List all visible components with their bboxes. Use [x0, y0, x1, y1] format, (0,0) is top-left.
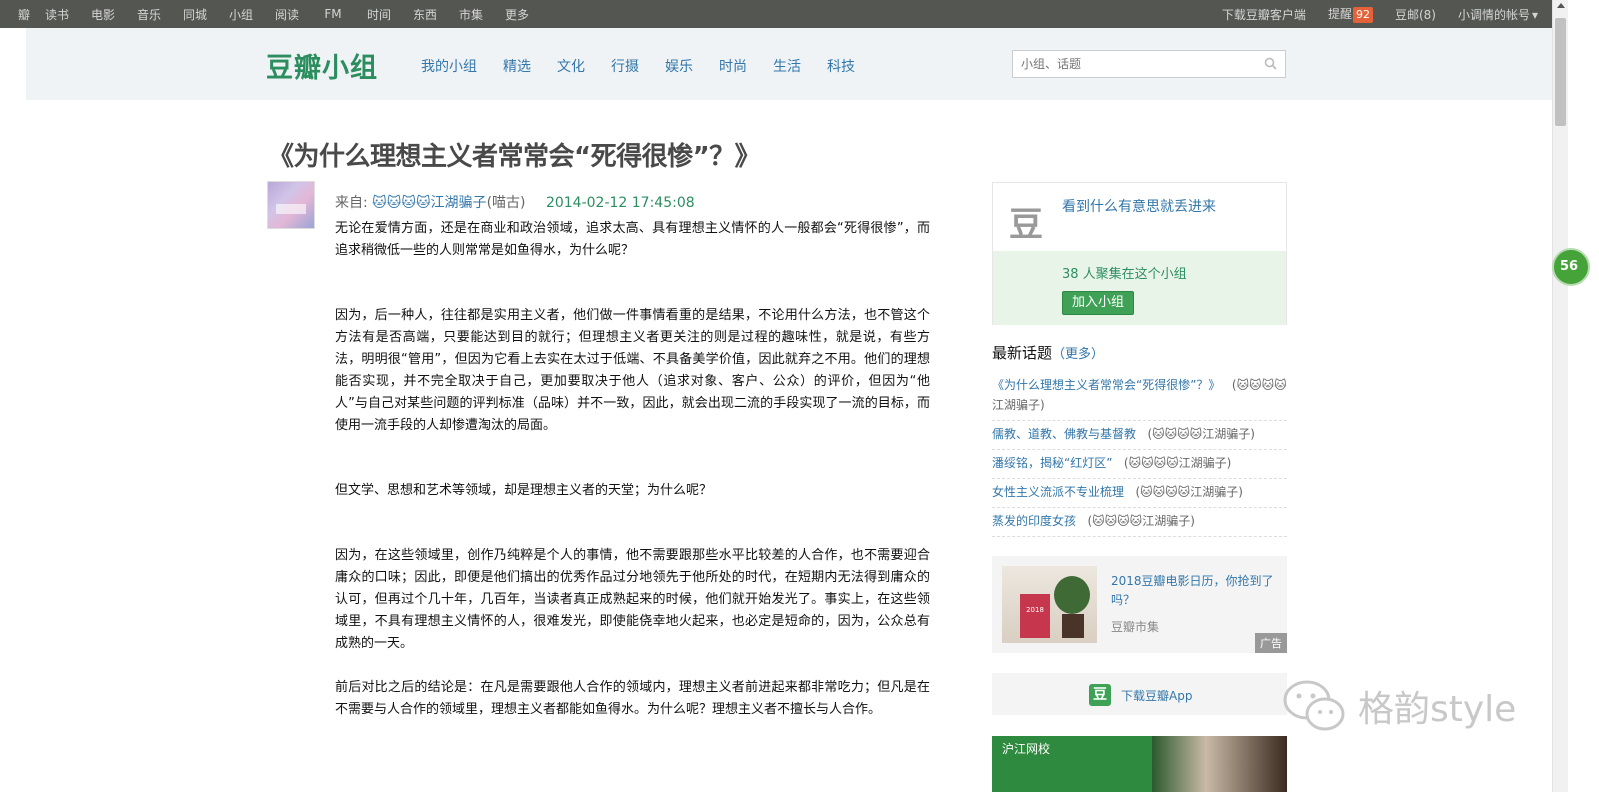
douban-app-icon: 豆	[1089, 684, 1111, 706]
reminder-label: 提醒	[1327, 7, 1352, 21]
search-icon[interactable]	[1264, 57, 1277, 70]
member-count: 38 人聚集在这个小组	[1062, 267, 1187, 282]
from-label: 来自:	[335, 195, 373, 211]
page-title: 《为什么理想主义者常常会“死得很惨”？》	[268, 142, 761, 172]
right-margin	[1568, 0, 1599, 792]
watermark-text: 格韵style	[1358, 689, 1517, 730]
group-promo: 豆 看到什么有意思就丢进来	[993, 183, 1286, 251]
paragraph: 无论在爱情方面，还是在商业和政治领域，追求太高、具有理想主义情怀的人一般都会“死…	[335, 221, 930, 258]
more-link[interactable]: （更多）	[1052, 347, 1104, 362]
nav-item-douban[interactable]: 瓣	[0, 6, 34, 23]
global-nav: 瓣 读书 电影 音乐 同城 小组 阅读 FM 时间 东西 市集 更多	[0, 0, 540, 28]
left-margin	[0, 0, 26, 792]
floating-badge[interactable]: 56	[1552, 248, 1590, 286]
promo-link[interactable]: 看到什么有意思就丢进来	[1062, 196, 1216, 216]
chevron-down-icon: ▾	[1531, 7, 1538, 22]
nav-item-fm[interactable]: FM	[310, 7, 356, 21]
latest-topics-label: 最新话题	[992, 344, 1053, 362]
tab-fashion[interactable]: 时尚	[719, 56, 747, 76]
paragraph: 前后对比之后的结论是：在凡是需要跟他人合作的领域内，理想主义者前进起来都非常吃力…	[335, 680, 930, 717]
nav-item-book[interactable]: 读书	[34, 6, 80, 23]
topic-author: (🐱🐱🐱🐱江湖骗子)	[1123, 456, 1232, 470]
nav-item-movie[interactable]: 电影	[80, 6, 126, 23]
tab-life[interactable]: 生活	[773, 56, 801, 76]
account-label: 小调情的帐号	[1457, 7, 1530, 22]
list-item: 潘绥铭，揭秘“红灯区” (🐱🐱🐱🐱江湖骗子)	[992, 450, 1287, 479]
tab-travel[interactable]: 行摄	[611, 56, 639, 76]
calendar-year: 2018	[1026, 606, 1044, 614]
paragraph: 因为，后一种人，往往都是实用主义者，他们做一件事情看重的是结果，不论用什么方法，…	[335, 308, 930, 433]
join-group-button[interactable]: 加入小组	[1062, 291, 1135, 315]
group-logo[interactable]: 豆瓣小组	[266, 46, 378, 85]
ad-source: 豆瓣市集	[1111, 620, 1160, 634]
topic-author: (🐱🐱🐱🐱江湖骗子)	[1147, 427, 1255, 441]
plant-picture	[1054, 576, 1090, 614]
nav-item-read[interactable]: 阅读	[264, 6, 310, 23]
ad-badge: 广告	[1255, 633, 1287, 653]
wechat-icon	[1283, 680, 1345, 731]
vertical-scrollbar[interactable]	[1552, 0, 1568, 792]
download-app-link[interactable]: 下载豆瓣App	[1121, 687, 1192, 704]
nav-item-music[interactable]: 音乐	[126, 6, 172, 23]
banner-logo: 沪江网校	[1002, 742, 1051, 756]
list-item: 蒸发的印度女孩 (🐱🐱🐱🐱江湖骗子)	[992, 508, 1287, 537]
nav-item-more[interactable]: 更多	[494, 6, 540, 23]
author-link[interactable]: 🐱🐱🐱🐱江湖骗子	[372, 195, 486, 211]
reminder-count-badge: 92	[1352, 7, 1373, 23]
group-header: 豆瓣小组 我的小组 精选 文化 行摄 娱乐 时尚 生活 科技	[26, 28, 1552, 100]
watermark: 格韵style	[1280, 672, 1525, 740]
topic-link[interactable]: 潘绥铭，揭秘“红灯区”	[992, 456, 1112, 470]
account-links: 下载豆瓣客户端 提醒 92 豆邮(8) 小调情的帐号 ▾	[1200, 0, 1538, 28]
download-app-box[interactable]: 豆 下载豆瓣App	[992, 673, 1287, 715]
latest-topics-list: 《为什么理想主义者常常会“死得很惨”？》 (🐱🐱🐱🐱江湖骗子) 儒教、道教、佛教…	[992, 372, 1287, 537]
list-item: 《为什么理想主义者常常会“死得很惨”？》 (🐱🐱🐱🐱江湖骗子)	[992, 372, 1287, 421]
topic-link[interactable]: 儒教、道教、佛教与基督教	[992, 427, 1136, 441]
pot-picture	[1062, 614, 1084, 638]
tab-culture[interactable]: 文化	[557, 56, 585, 76]
group-info-box: 豆 看到什么有意思就丢进来 38 人聚集在这个小组 加入小组	[992, 182, 1287, 325]
list-item: 女性主义流派不专业梳理 (🐱🐱🐱🐱江湖骗子)	[992, 479, 1287, 508]
account-menu[interactable]: 小调情的帐号 ▾	[1458, 6, 1538, 23]
list-item: 儒教、道教、佛教与基督教 (🐱🐱🐱🐱江湖骗子)	[992, 421, 1287, 450]
ad-image[interactable]: 2018	[1002, 566, 1097, 643]
group-nav: 我的小组 精选 文化 行摄 娱乐 时尚 生活 科技	[421, 56, 881, 76]
group-join-panel: 38 人聚集在这个小组 加入小组	[993, 251, 1286, 325]
tab-tech[interactable]: 科技	[827, 56, 855, 76]
calendar-picture: 2018	[1020, 594, 1050, 638]
search-input[interactable]	[1013, 51, 1253, 77]
tab-featured[interactable]: 精选	[503, 56, 531, 76]
reminder-link[interactable]: 提醒 92	[1328, 5, 1373, 23]
paragraph: 因为，在这些领域里，创作乃纯粹是个人的事情，他不需要跟那些水平比较差的人合作，也…	[335, 548, 930, 651]
topic-link[interactable]: 《为什么理想主义者常常会“死得很惨”？》	[992, 378, 1220, 392]
scroll-thumb[interactable]	[1555, 18, 1566, 126]
post-meta: 来自: 🐱🐱🐱🐱江湖骗子(喵古) 2014-02-12 17:45:08	[335, 192, 695, 212]
douban-logo-icon: 豆	[1009, 205, 1043, 245]
nav-item-group[interactable]: 小组	[218, 6, 264, 23]
article-body: 无论在爱情方面，还是在商业和政治领域，追求太高、具有理想主义情怀的人一般都会“死…	[335, 218, 930, 764]
latest-topics-heading: 最新话题（更多）	[992, 342, 1104, 363]
nav-item-things[interactable]: 东西	[402, 6, 448, 23]
topic-link[interactable]: 蒸发的印度女孩	[992, 514, 1076, 528]
tab-my-groups[interactable]: 我的小组	[421, 56, 477, 76]
nav-item-local[interactable]: 同城	[172, 6, 218, 23]
scroll-up-arrow-icon[interactable]	[1557, 3, 1565, 8]
nav-item-time[interactable]: 时间	[356, 6, 402, 23]
tab-entertainment[interactable]: 娱乐	[665, 56, 693, 76]
ad-banner[interactable]: 沪江网校	[992, 736, 1287, 792]
topic-link[interactable]: 女性主义流派不专业梳理	[992, 485, 1124, 499]
author-location: (喵古)	[486, 195, 526, 211]
banner-photo	[1152, 736, 1287, 792]
post-date: 2014-02-12 17:45:08	[545, 195, 695, 211]
paragraph: 但文学、思想和艺术等领域，却是理想主义者的天堂；为什么呢？	[335, 483, 713, 498]
ad-block[interactable]: 2018 2018豆瓣电影日历，你抢到了吗？ 豆瓣市集 广告	[992, 556, 1287, 653]
mail-link[interactable]: 豆邮(8)	[1395, 6, 1436, 23]
nav-item-market[interactable]: 市集	[448, 6, 494, 23]
avatar[interactable]	[267, 181, 315, 229]
topic-author: (🐱🐱🐱🐱江湖骗子)	[1135, 485, 1243, 499]
topic-author: (🐱🐱🐱🐱江湖骗子)	[1087, 514, 1195, 528]
download-client-link[interactable]: 下载豆瓣客户端	[1222, 6, 1306, 23]
search-box	[1012, 50, 1286, 78]
ad-title-link[interactable]: 2018豆瓣电影日历，你抢到了吗？	[1111, 572, 1276, 610]
global-nav-bar: 瓣 读书 电影 音乐 同城 小组 阅读 FM 时间 东西 市集 更多 下载豆瓣客…	[0, 0, 1568, 28]
